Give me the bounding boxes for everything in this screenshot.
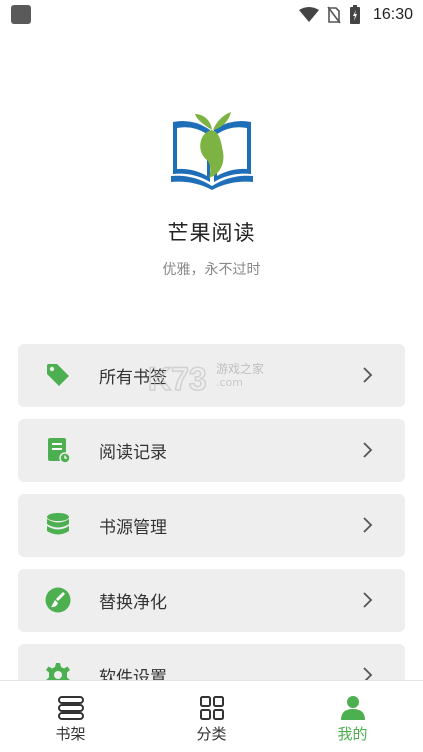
nav-label: 我的 bbox=[337, 725, 368, 743]
chevron-right-icon bbox=[363, 517, 373, 533]
menu-label: 阅读记录 bbox=[99, 443, 167, 463]
menu-item-reading-history[interactable]: 阅读记录 bbox=[18, 419, 405, 482]
app-name: 芒果阅读 bbox=[167, 221, 256, 245]
brush-icon bbox=[45, 587, 71, 613]
menu-item-book-source[interactable]: 书源管理 bbox=[18, 494, 405, 557]
grid-icon bbox=[199, 696, 224, 720]
battery-icon bbox=[349, 5, 360, 24]
nav-tab-bookshelf[interactable]: 书架 bbox=[0, 681, 141, 752]
menu-label: 所有书签 bbox=[99, 368, 167, 388]
menu-item-bookmarks[interactable]: 所有书签 bbox=[18, 344, 405, 407]
mango-book-logo bbox=[170, 112, 253, 190]
menu-label: 替换净化 bbox=[99, 593, 167, 613]
person-icon bbox=[340, 696, 365, 720]
nav-tab-mine[interactable]: 我的 bbox=[282, 681, 423, 752]
no-sim-icon bbox=[327, 6, 341, 24]
chevron-right-icon bbox=[363, 367, 373, 383]
nav-label: 分类 bbox=[196, 725, 227, 743]
bookshelf-icon bbox=[57, 696, 84, 720]
app-header: 芒果阅读 优雅，永不过时 bbox=[0, 108, 423, 279]
status-bar: 16:30 bbox=[0, 0, 423, 30]
nav-label: 书架 bbox=[55, 725, 86, 743]
chevron-right-icon bbox=[363, 442, 373, 458]
menu-label: 书源管理 bbox=[99, 518, 167, 538]
status-time: 16:30 bbox=[372, 6, 413, 23]
status-indicators: 16:30 bbox=[298, 3, 413, 27]
wifi-icon bbox=[298, 7, 319, 22]
app-slogan: 优雅，永不过时 bbox=[162, 262, 261, 278]
database-icon bbox=[47, 513, 69, 535]
nav-tab-category[interactable]: 分类 bbox=[141, 681, 282, 752]
settings-menu: 所有书签 阅读记录 书源管理 替换净化 软件设置 bbox=[18, 344, 405, 719]
tag-icon bbox=[47, 364, 69, 386]
reading-record-icon bbox=[48, 438, 71, 463]
chevron-right-icon bbox=[363, 592, 373, 608]
app-notification-icon bbox=[11, 5, 31, 24]
menu-item-replace-purify[interactable]: 替换净化 bbox=[18, 569, 405, 632]
bottom-navigation: 书架 分类 我的 bbox=[0, 680, 423, 752]
